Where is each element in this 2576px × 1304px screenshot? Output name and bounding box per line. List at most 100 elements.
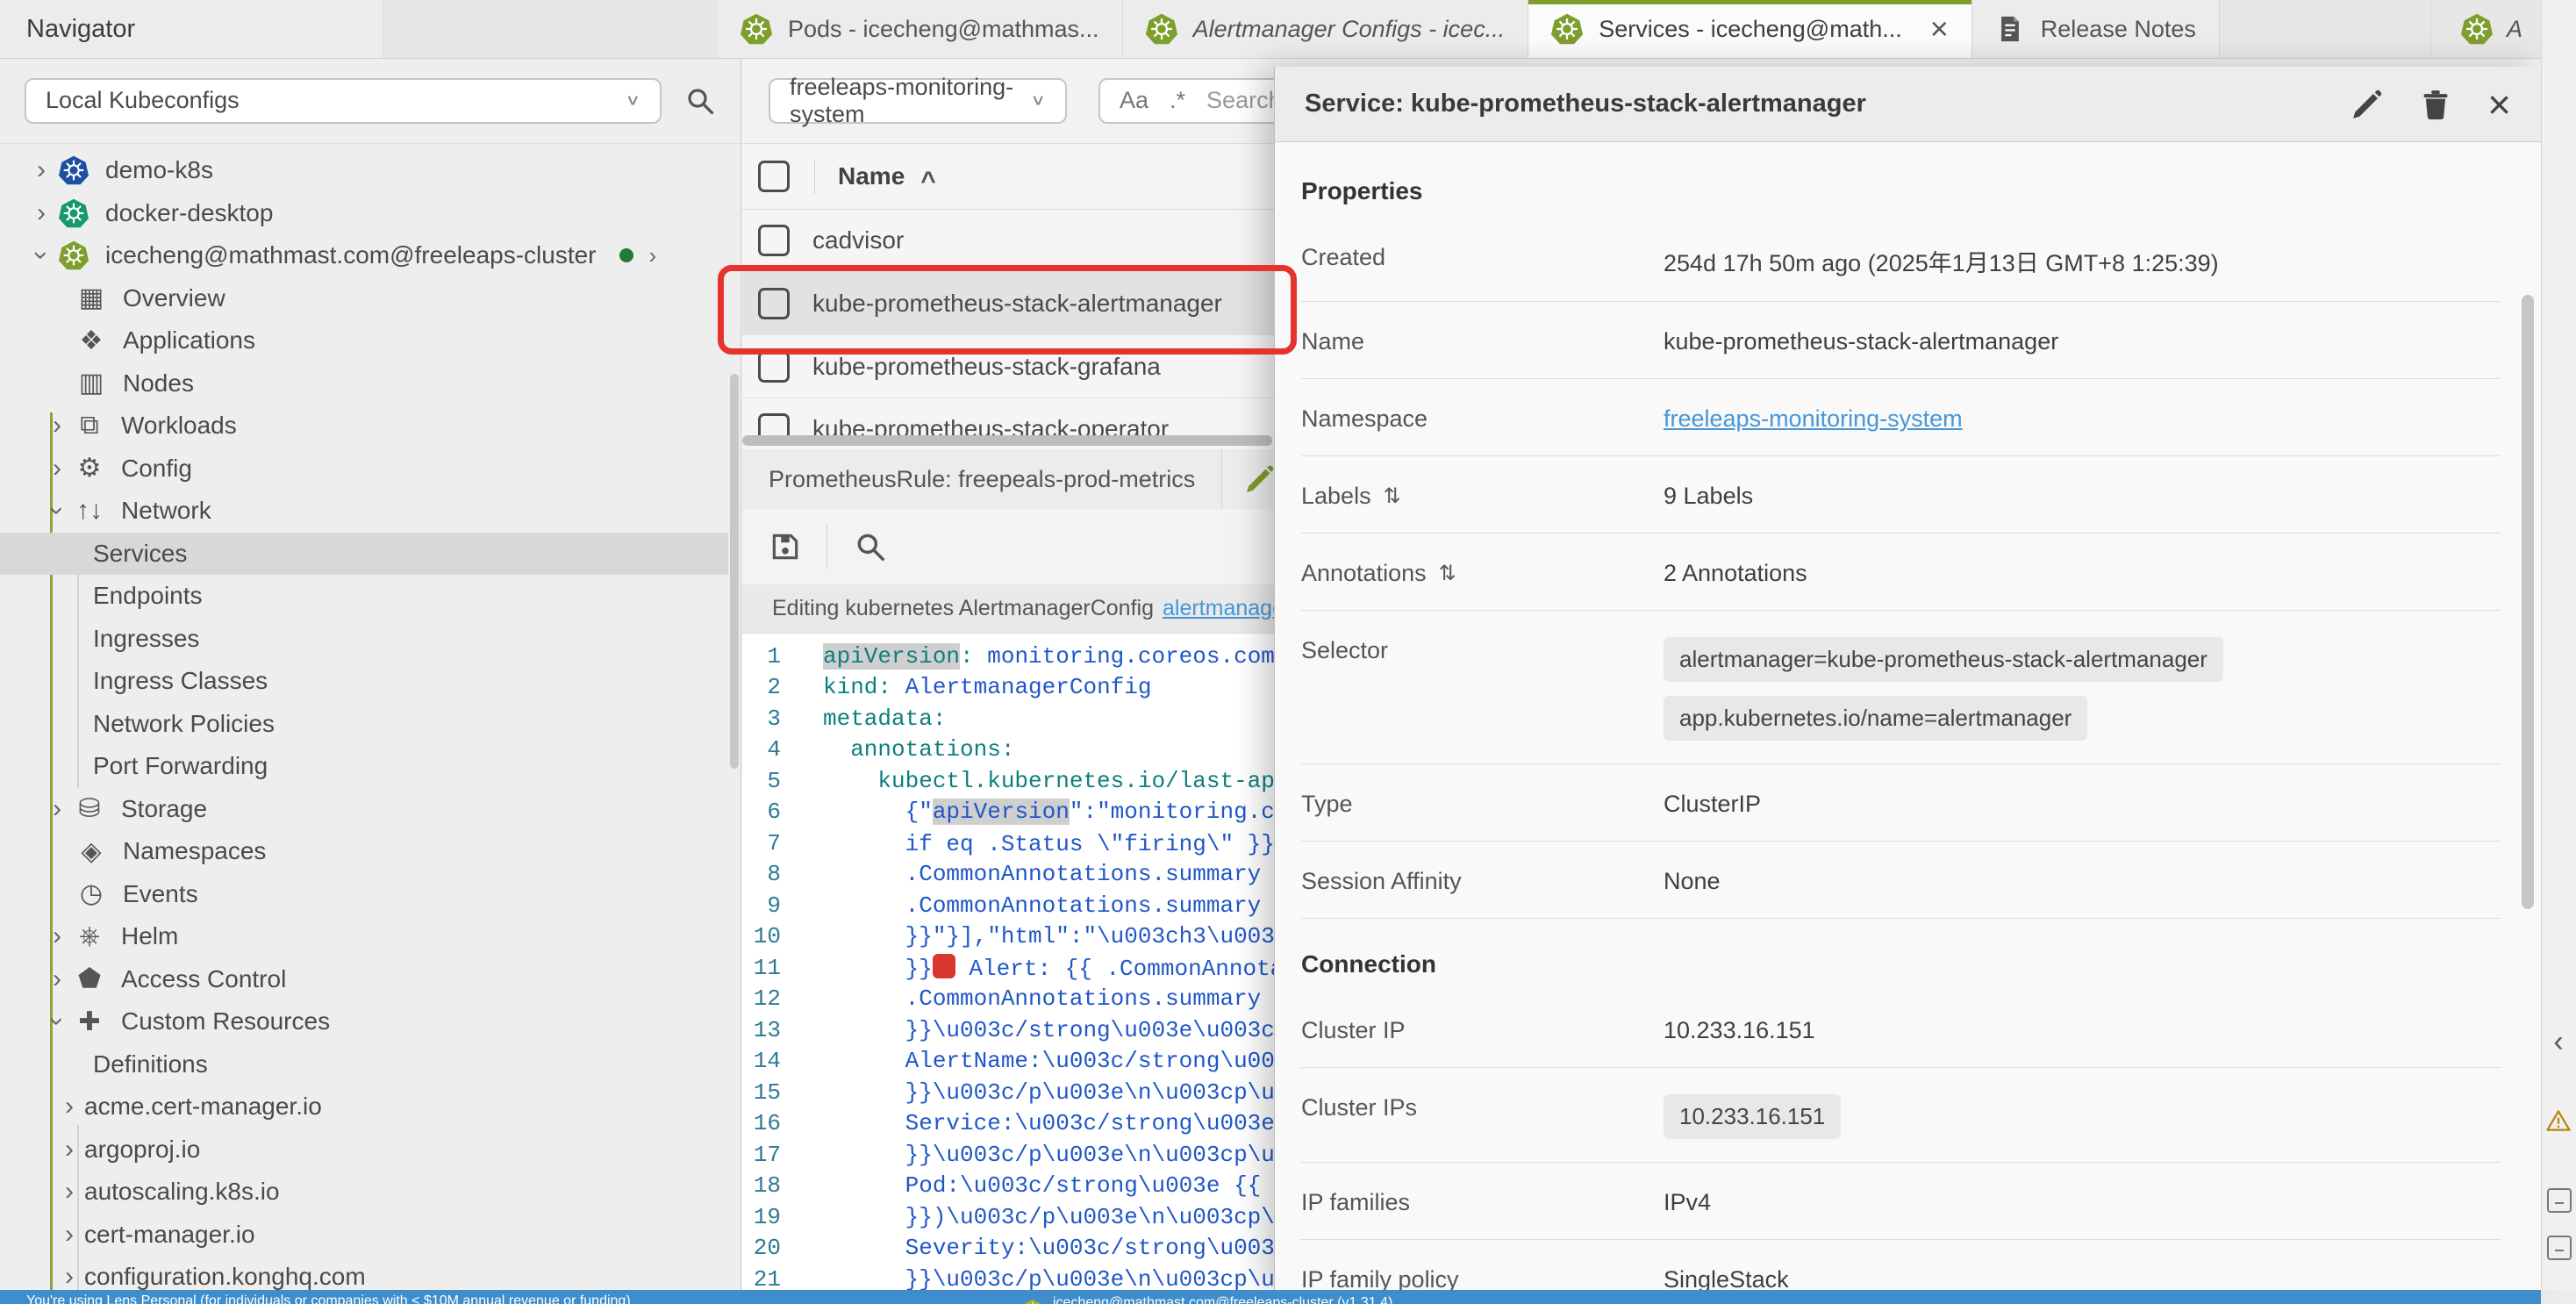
property-value: None xyxy=(1664,864,2501,895)
search-icon[interactable] xyxy=(854,530,887,563)
edit-icon[interactable] xyxy=(2351,88,2384,121)
chevron-right-icon[interactable]: › xyxy=(54,1262,84,1290)
select-all-checkbox[interactable] xyxy=(758,161,790,192)
edit-icon[interactable] xyxy=(1244,463,1276,495)
sidebar-item-configuration-konghq-com[interactable]: ›configuration.konghq.com xyxy=(0,1256,728,1290)
kubernetes-icon xyxy=(1146,13,1177,45)
tab-services-icecheng-math[interactable]: Services - icecheng@math...× xyxy=(1528,0,1972,58)
tab-alertmanager-configs-icec[interactable]: Alertmanager Configs - icec... xyxy=(1123,0,1529,58)
regex-toggle[interactable]: .* xyxy=(1170,87,1185,114)
sidebar-item-nodes[interactable]: ▥Nodes xyxy=(0,362,728,405)
chevron-right-icon[interactable]: › xyxy=(54,1177,84,1207)
sidebar-item-label: Nodes xyxy=(123,369,194,398)
chevron-right-icon[interactable]: › xyxy=(54,1092,84,1121)
property-row-name: Namekube-prometheus-stack-alertmanager xyxy=(1301,302,2501,379)
search-icon[interactable] xyxy=(684,85,716,117)
sidebar-item-namespaces[interactable]: ◈Namespaces xyxy=(0,830,728,873)
sort-toggle-icon[interactable]: ⇅ xyxy=(1384,484,1401,509)
chevron-left-icon[interactable]: ‹ xyxy=(2545,1028,2572,1055)
service-name: kube-prometheus-stack-operator xyxy=(812,415,1169,435)
name-column-header[interactable]: Name ^ xyxy=(838,161,936,191)
kubernetes-icon xyxy=(1551,13,1583,45)
chevron-right-icon[interactable]: › xyxy=(42,921,72,951)
property-row-namespace: Namespace freeleaps-monitoring-system xyxy=(1301,379,2501,456)
sidebar-item-access-control[interactable]: ›⬟Access Control xyxy=(0,958,728,1001)
sidebar-item-acme-cert-manager-io[interactable]: ›acme.cert-manager.io xyxy=(0,1085,728,1128)
overview-icon: ▦ xyxy=(74,281,109,316)
namespace-select[interactable]: freeleaps-monitoring-system ∨ xyxy=(769,78,1067,124)
row-checkbox[interactable] xyxy=(758,351,790,383)
namespace-link[interactable]: freeleaps-monitoring-system xyxy=(1664,405,1963,432)
sidebar-item-icecheng-mathmast-com-freeleaps-cluster[interactable]: ›icecheng@mathmast.com@freeleaps-cluster… xyxy=(0,234,728,277)
sidebar-item-overview[interactable]: ▦Overview xyxy=(0,277,728,320)
tab-overflow-partial[interactable]: A xyxy=(2430,0,2541,58)
sidebar-item-argoproj-io[interactable]: ›argoproj.io xyxy=(0,1128,728,1171)
chevron-right-icon[interactable]: › xyxy=(42,794,72,824)
save-icon[interactable] xyxy=(769,530,802,563)
horizontal-scrollbar[interactable] xyxy=(742,435,1272,446)
search-placeholder: Search xyxy=(1206,87,1282,114)
row-checkbox[interactable] xyxy=(758,225,790,256)
property-value: kube-prometheus-stack-alertmanager xyxy=(1664,325,2501,355)
chevron-right-icon[interactable]: › xyxy=(54,1135,84,1164)
chevron-right-icon[interactable]: › xyxy=(42,411,72,441)
kubernetes-icon xyxy=(56,238,91,273)
tab-pods-icecheng-mathmas[interactable]: Pods - icecheng@mathmas... xyxy=(718,0,1123,58)
editing-resource-link[interactable]: alertmanager xyxy=(1163,596,1292,621)
sidebar-item-config[interactable]: ›⚙Config xyxy=(0,448,728,491)
sidebar-scrollbar[interactable] xyxy=(730,374,739,769)
sidebar-item-helm[interactable]: ›⎈Helm xyxy=(0,915,728,958)
chevron-down-icon[interactable]: › xyxy=(26,240,56,270)
kubeconfig-select[interactable]: Local Kubeconfigs ∨ xyxy=(25,78,662,124)
sidebar-item-network[interactable]: ›↑↓Network xyxy=(0,490,728,533)
row-checkbox[interactable] xyxy=(758,413,790,435)
terminal-icon[interactable] xyxy=(2547,1188,2572,1213)
chevron-right-icon[interactable]: › xyxy=(26,198,56,228)
config-icon: ⚙ xyxy=(72,451,107,486)
chevron-down-icon[interactable]: › xyxy=(42,496,72,526)
sidebar-item-storage[interactable]: ›⛁ Storage xyxy=(0,788,728,831)
delete-icon[interactable] xyxy=(2419,88,2452,121)
sidebar-item-endpoints[interactable]: Endpoints xyxy=(0,575,728,618)
match-case-toggle[interactable]: Aa xyxy=(1120,87,1148,114)
tab-release-notes[interactable]: Release Notes xyxy=(1972,0,2220,58)
warning-icon[interactable] xyxy=(2545,1107,2572,1134)
storage-icon: ⛁ xyxy=(72,792,107,827)
sort-toggle-icon[interactable]: ⇅ xyxy=(1439,561,1456,586)
sidebar-item-definitions[interactable]: Definitions xyxy=(0,1043,728,1086)
sidebar-item-workloads[interactable]: ›⧉Workloads xyxy=(0,405,728,448)
property-label: Selector xyxy=(1301,637,1388,664)
drawer-scrollbar[interactable] xyxy=(2522,295,2534,909)
property-value: 9 Labels xyxy=(1664,479,2501,510)
dock-tab-prometheusrule[interactable]: PrometheusRule: freepeals-prod-metrics xyxy=(769,466,1195,493)
sidebar-item-services[interactable]: Services xyxy=(0,533,728,576)
sidebar-item-demo-k8s[interactable]: ›demo-k8s xyxy=(0,149,728,192)
chevron-right-icon[interactable]: › xyxy=(54,1220,84,1250)
sidebar-item-label: Port Forwarding xyxy=(93,752,268,780)
chevron-right-icon[interactable]: › xyxy=(649,242,657,269)
sort-ascending-icon: ^ xyxy=(920,167,936,197)
sidebar-item-port-forwarding[interactable]: Port Forwarding xyxy=(0,745,728,788)
sidebar-item-custom-resources[interactable]: ›✚Custom Resources xyxy=(0,1000,728,1043)
sidebar-item-events[interactable]: ◷Events xyxy=(0,873,728,916)
chevron-right-icon[interactable]: › xyxy=(42,964,72,994)
line-number: 20 xyxy=(742,1235,781,1261)
chevron-down-icon: ∨ xyxy=(625,91,640,109)
sidebar-item-ingress-classes[interactable]: Ingress Classes xyxy=(0,660,728,703)
sidebar-item-network-policies[interactable]: Network Policies xyxy=(0,703,728,746)
sidebar-item-autoscaling-k8s-io[interactable]: ›autoscaling.k8s.io xyxy=(0,1171,728,1214)
close-icon[interactable]: × xyxy=(1930,13,1949,45)
terminal-icon[interactable] xyxy=(2547,1236,2572,1260)
sidebar-item-label: Storage xyxy=(121,795,207,823)
tab-label: Alertmanager Configs - icec... xyxy=(1193,16,1506,43)
chevron-right-icon[interactable]: › xyxy=(42,454,72,484)
property-row-labels: Labels⇅9 Labels xyxy=(1301,456,2501,534)
sidebar-item-docker-desktop[interactable]: ›docker-desktop xyxy=(0,192,728,235)
chevron-down-icon[interactable]: › xyxy=(42,1007,72,1036)
chevron-right-icon[interactable]: › xyxy=(26,155,56,185)
sidebar-item-ingresses[interactable]: Ingresses xyxy=(0,618,728,661)
sidebar-item-cert-manager-io[interactable]: ›cert-manager.io xyxy=(0,1214,728,1257)
property-label: Namespace xyxy=(1301,405,1428,433)
sidebar-item-applications[interactable]: ❖Applications xyxy=(0,319,728,362)
close-icon[interactable]: × xyxy=(2487,84,2511,125)
